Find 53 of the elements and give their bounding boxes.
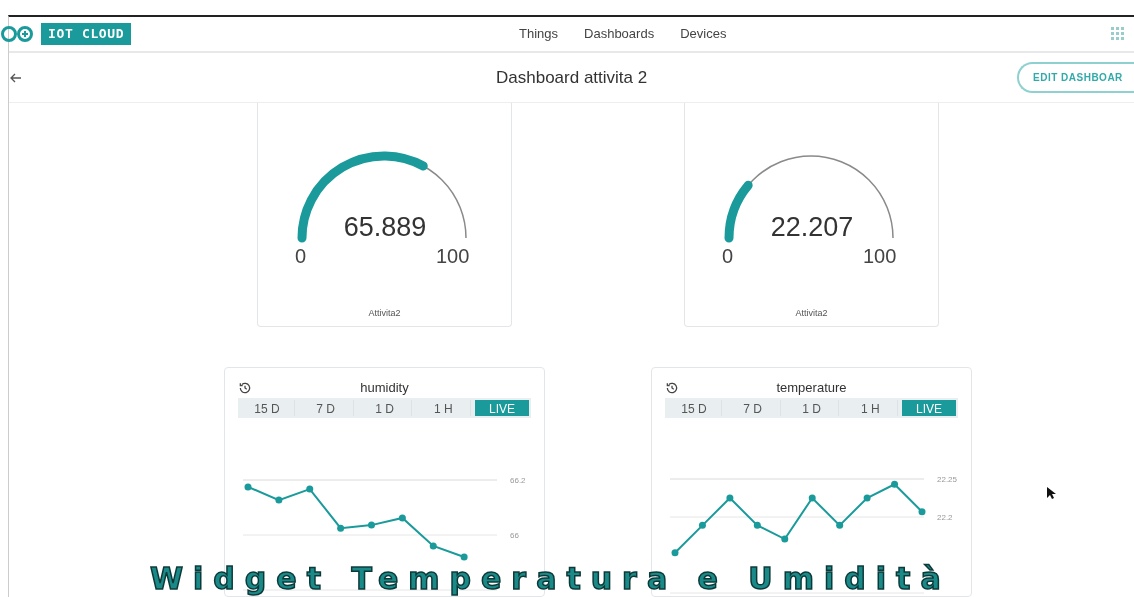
y-tick-label: 22.2 — [937, 513, 953, 522]
data-point — [671, 549, 679, 557]
history-icon[interactable] — [665, 380, 679, 395]
data-point — [863, 494, 871, 502]
nav-link[interactable]: Dashboards — [584, 24, 655, 44]
data-point — [460, 553, 468, 561]
data-point — [891, 480, 899, 488]
range-tab[interactable]: 7 D — [298, 400, 354, 416]
gauge-max: 100 — [863, 244, 897, 269]
range-tab[interactable]: LIVE — [902, 400, 956, 416]
data-point — [398, 514, 406, 522]
logo-icon — [1, 25, 35, 44]
chart-title: temperature — [775, 378, 848, 397]
data-point — [698, 521, 706, 529]
logo-text: IOT CLOUD — [41, 23, 132, 45]
video-caption: Widget Temperatura e Umidità — [150, 564, 951, 594]
range-tab[interactable]: LIVE — [475, 400, 529, 416]
gauge-min: 0 — [295, 244, 307, 269]
gauge-label: Attivita2 — [794, 307, 829, 320]
gauge-fill — [724, 180, 753, 243]
chart-title: humidity — [359, 378, 410, 397]
range-tab[interactable]: 1 H — [416, 400, 472, 416]
gauge-label: Attivita2 — [367, 307, 402, 320]
data-point — [918, 508, 926, 516]
data-point — [244, 483, 252, 491]
data-point — [808, 494, 816, 502]
data-point — [781, 535, 789, 543]
data-point — [836, 521, 844, 529]
data-point — [726, 494, 734, 502]
gauge-min: 0 — [722, 244, 734, 269]
history-icon[interactable] — [238, 380, 252, 395]
data-point — [753, 521, 761, 529]
dashboard-title: Dashboard attivita 2 — [496, 66, 648, 89]
data-point — [306, 485, 314, 493]
data-point — [368, 521, 375, 529]
range-tab[interactable]: 1 D — [357, 400, 413, 416]
data-point — [275, 496, 283, 504]
data-point — [429, 542, 437, 550]
range-tab[interactable]: 7 D — [725, 400, 781, 416]
range-tab[interactable]: 1 H — [843, 400, 899, 416]
range-tab[interactable]: 1 D — [784, 400, 840, 416]
nav-link[interactable]: Things — [519, 24, 559, 44]
gauge-max: 100 — [436, 244, 470, 269]
back-arrow-icon[interactable] — [10, 71, 22, 84]
range-tab[interactable]: 15 D — [240, 400, 295, 416]
y-tick-label: 66.2 — [510, 476, 526, 485]
mouse-cursor-icon — [1046, 486, 1056, 500]
range-tab[interactable]: 15 D — [667, 400, 722, 416]
y-tick-label: 66 — [510, 531, 519, 540]
nav-link[interactable]: Devices — [680, 24, 727, 44]
data-point — [337, 524, 345, 532]
gauge-value: 22.207 — [769, 211, 855, 244]
y-tick-label: 22.25 — [937, 475, 958, 484]
